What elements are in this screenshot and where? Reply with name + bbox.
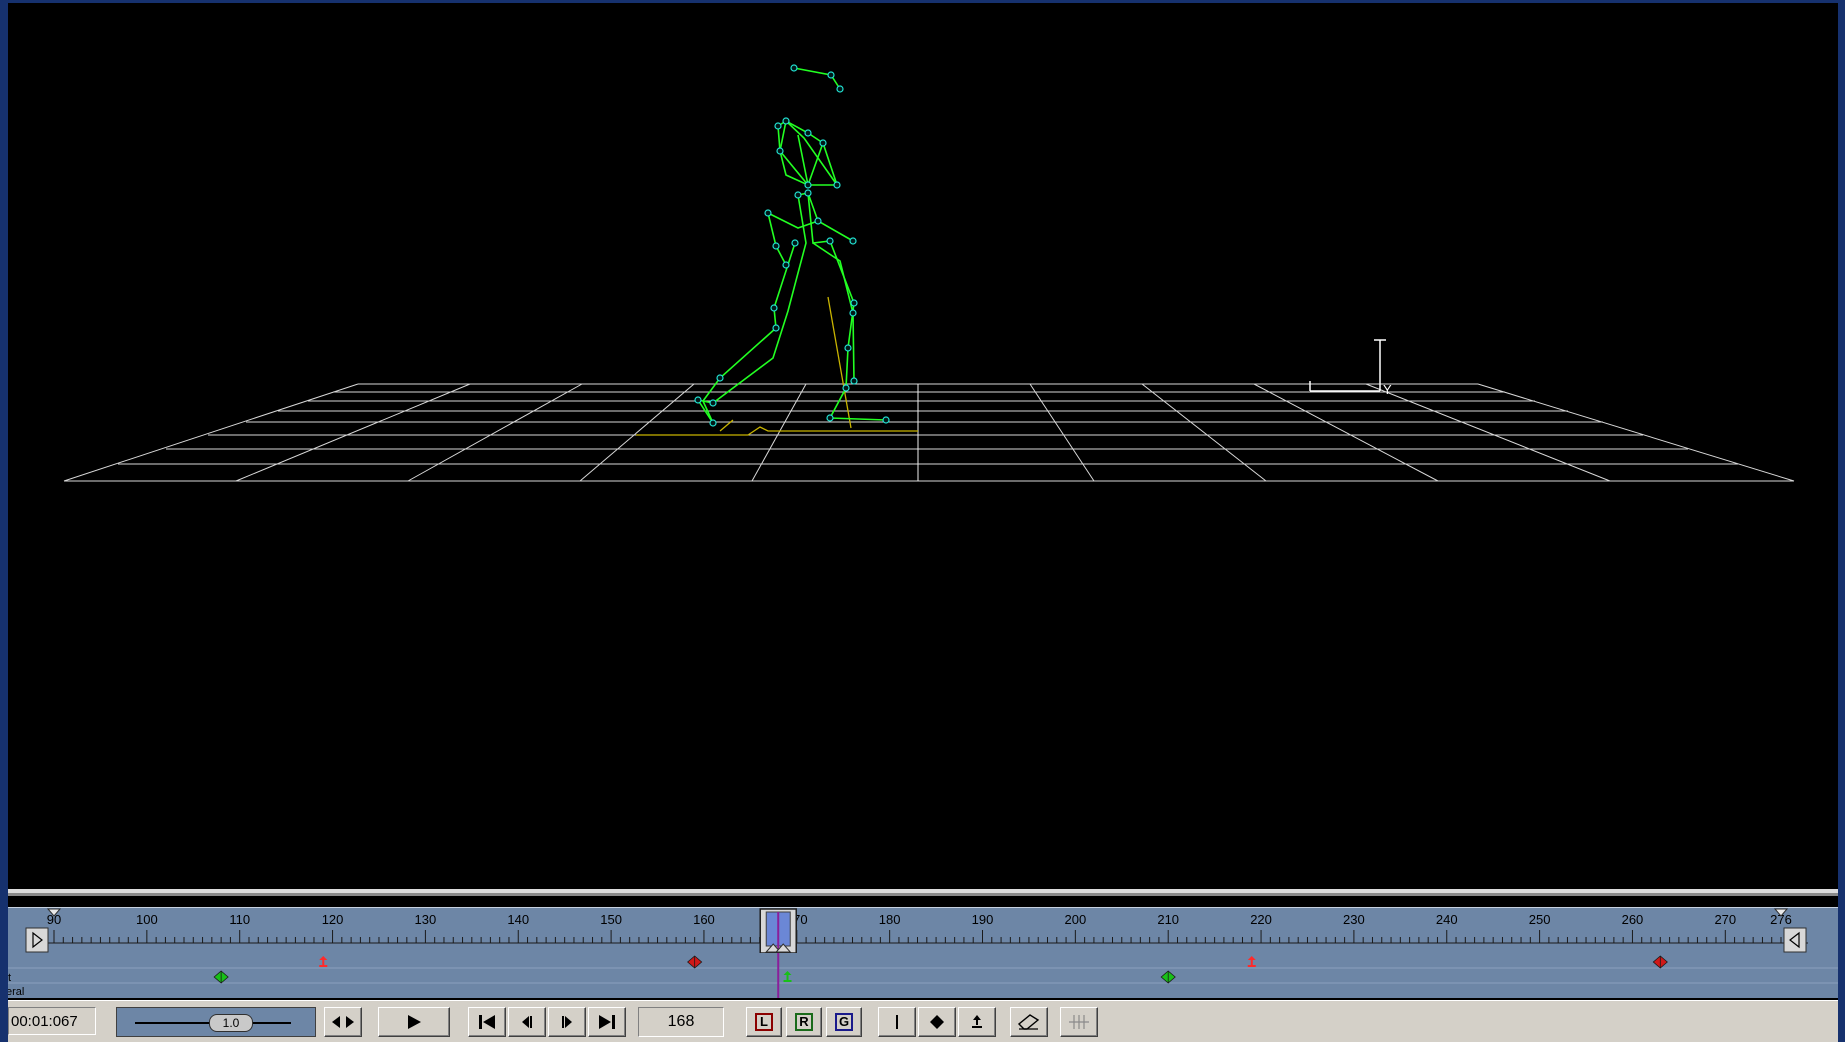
ruler-tick-label: 140 (507, 912, 529, 927)
go-to-start-button[interactable] (468, 1007, 506, 1037)
eraser-icon (1018, 1014, 1040, 1030)
ruler-tick-label: 270 (1714, 912, 1736, 927)
play-icon (408, 1015, 421, 1029)
bar-key-button[interactable] (878, 1007, 916, 1037)
previous-frame-button[interactable] (508, 1007, 546, 1037)
layer-l-button[interactable]: L (746, 1007, 782, 1037)
ruler-tick-label: 160 (693, 912, 715, 927)
up-down-key-button[interactable] (958, 1007, 996, 1037)
up-down-key-marker[interactable] (1247, 956, 1256, 967)
skeleton-joint-markers (694, 64, 890, 427)
timeline-ruler[interactable]: 9010011012013014015016017018019020021022… (8, 907, 1838, 955)
ruler-tick-label: 240 (1436, 912, 1458, 927)
grid-snap-icon (1069, 1015, 1089, 1029)
key-tracks[interactable]: t eral (8, 953, 1838, 998)
go-to-end-button[interactable] (588, 1007, 626, 1037)
layer-g-button[interactable]: G (826, 1007, 862, 1037)
ruler-tick-label: 150 (600, 912, 622, 927)
viewport-canvas: Y (63, 64, 1795, 482)
ruler-tick-label: 180 (879, 912, 901, 927)
motion-capture-skeleton (697, 67, 887, 424)
diamond-key-marker[interactable] (1652, 955, 1668, 969)
diamond-key-marker[interactable] (213, 970, 229, 984)
previous-frame-icon (522, 1016, 532, 1028)
3d-viewport[interactable]: Y (8, 3, 1838, 889)
key-tracks-canvas: t eral (8, 953, 1838, 998)
ruler-tick-label: 100 (136, 912, 158, 927)
go-to-end-icon (599, 1015, 615, 1029)
playback-speed-slider[interactable]: 1.0 (116, 1007, 316, 1037)
layer-l-label: L (755, 1013, 773, 1031)
y-axis-label: Y (1383, 382, 1392, 397)
ping-pong-icon (332, 1016, 354, 1028)
ping-pong-button[interactable] (324, 1007, 362, 1037)
ruler-tick-label: 220 (1250, 912, 1272, 927)
current-frame-field[interactable]: 168 (638, 1007, 724, 1037)
diamond-key-button[interactable] (918, 1007, 956, 1037)
next-frame-button[interactable] (548, 1007, 586, 1037)
grid-snap-button[interactable] (1060, 1007, 1098, 1037)
layer-r-button[interactable]: R (786, 1007, 822, 1037)
speed-slider-knob[interactable]: 1.0 (209, 1014, 253, 1032)
viewport-separator-shadow (8, 893, 1838, 896)
ground-grid (63, 383, 1795, 482)
track-label: t (8, 972, 11, 984)
playhead[interactable] (759, 908, 797, 954)
ruler-tick-label: 190 (972, 912, 994, 927)
diamond-key-marker[interactable] (1160, 970, 1176, 984)
ruler-tick-label: 230 (1343, 912, 1365, 927)
bar-key-icon (896, 1015, 898, 1029)
layer-g-label: G (835, 1013, 853, 1031)
axis-gizmo: Y (1309, 339, 1392, 397)
up-down-key-marker[interactable] (319, 956, 328, 967)
ruler-tick-label: 250 (1529, 912, 1551, 927)
ruler-tick-label: 210 (1157, 912, 1179, 927)
footprint-markers (636, 296, 918, 436)
next-frame-icon (562, 1016, 572, 1028)
application-frame: Y 90 100 110 120 130 140 150 160 180 190… (8, 3, 1838, 1042)
go-to-start-icon (479, 1015, 495, 1029)
layer-r-label: R (795, 1013, 813, 1031)
playback-toolbar: 00:01:067 1.0 168 L R G (8, 1000, 1838, 1042)
eraser-button[interactable] (1010, 1007, 1048, 1037)
range-start-handle[interactable] (25, 908, 62, 953)
up-down-key-icon (972, 1015, 982, 1028)
up-down-key-marker[interactable] (783, 971, 792, 982)
diamond-key-marker[interactable] (687, 955, 703, 969)
ruler-tick-label: 110 (229, 912, 250, 927)
diamond-key-icon (930, 1015, 944, 1029)
ruler-tick-label: 130 (415, 912, 437, 927)
play-button[interactable] (378, 1007, 450, 1037)
ruler-tick-label: 120 (322, 912, 344, 927)
ruler-tick-label: 260 (1622, 912, 1644, 927)
time-display[interactable]: 00:01:067 (8, 1007, 96, 1035)
track-label: eral (8, 986, 24, 998)
ruler-tick-label: 200 (1064, 912, 1086, 927)
timeline-ruler-canvas: 9010011012013014015016017018019020021022… (25, 908, 1808, 954)
